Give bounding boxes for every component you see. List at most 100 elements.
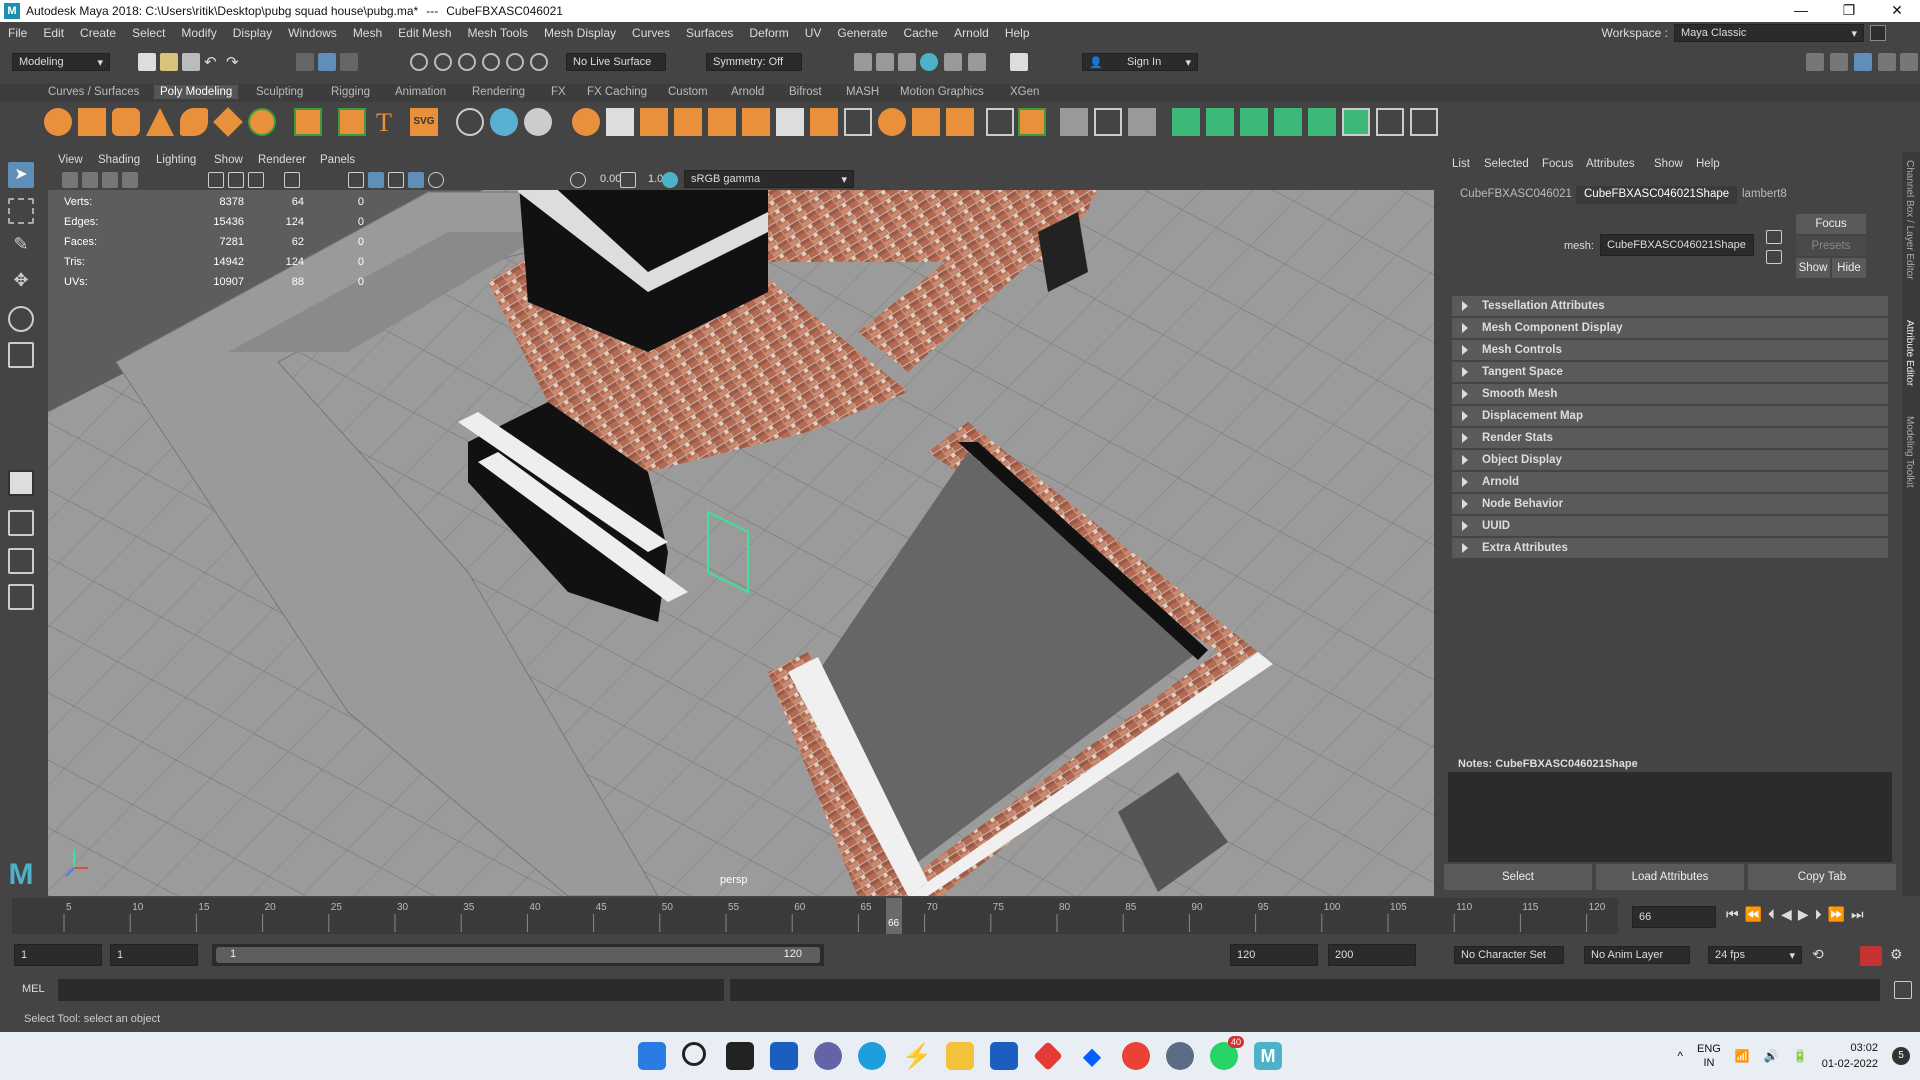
teams-chat-icon[interactable] [814,1042,842,1070]
chevron-up-icon[interactable]: ^ [1677,1049,1683,1063]
grid-toggle-icon[interactable] [208,172,224,188]
script-editor-icon[interactable] [1894,981,1912,999]
ae-menu-focus[interactable]: Focus [1542,158,1573,170]
modeling-toolkit-icon[interactable] [1806,53,1824,71]
new-scene-icon[interactable] [138,53,156,71]
anim-layer-dropdown[interactable]: No Anim Layer [1584,946,1690,964]
uv-editor-icon[interactable] [1172,108,1200,136]
color-space-dropdown[interactable]: sRGB gamma ▾ [684,170,854,188]
play-forward-icon[interactable]: ▶ [1798,906,1809,923]
paint-select-icon[interactable]: ✎ [8,234,34,260]
wireframe-icon[interactable] [348,172,364,188]
bridge-icon[interactable] [776,108,804,136]
fill-hole-icon[interactable] [844,108,872,136]
auto-map-icon[interactable] [1308,108,1336,136]
multi-cut-icon[interactable] [524,108,552,136]
arnold-render-icon[interactable] [968,53,986,71]
go-to-input-icon[interactable] [1766,230,1782,244]
menu-deform[interactable]: Deform [741,26,796,40]
wifi-icon[interactable]: 📶 [1735,1049,1750,1063]
poly-cube-icon[interactable] [78,108,106,136]
task-view-icon[interactable] [726,1042,754,1070]
smooth-icon[interactable] [640,108,668,136]
insert-loop-icon[interactable] [1018,108,1046,136]
go-to-end-icon[interactable]: ⏭ [1851,906,1864,923]
poly-cylinder-icon[interactable] [112,108,140,136]
animation-prefs-icon[interactable]: ⚙ [1890,946,1908,964]
menu-arnold[interactable]: Arnold [946,26,997,40]
move-tool-icon[interactable]: ✥ [8,270,34,296]
ae-tab-transform[interactable]: CubeFBXASC046021 [1452,186,1580,204]
exposure-icon[interactable] [570,172,586,188]
shelf-tab-rigging[interactable]: Rigging [325,85,376,99]
gamma-icon[interactable] [620,172,636,188]
viewport-menu-renderer[interactable]: Renderer [258,154,306,166]
section-uuid[interactable]: UUID [1452,516,1888,536]
step-back-key-icon[interactable]: ⏪ [1745,906,1762,923]
anydesk-icon[interactable] [1033,1041,1063,1071]
notes-textarea[interactable] [1448,772,1892,862]
ipr-render-icon[interactable] [876,53,894,71]
ae-menu-show[interactable]: Show [1654,158,1683,170]
battery-icon[interactable]: 🔋 [1793,1049,1808,1063]
viewport-menu-view[interactable]: View [58,154,83,166]
step-forward-frame-icon[interactable]: ⏵ [1815,906,1822,923]
checker-map-icon[interactable] [1342,108,1370,136]
image-plane-icon[interactable] [122,172,138,188]
auto-key-icon[interactable] [1860,946,1882,966]
shelf-tab-motion-graphics[interactable]: Motion Graphics [894,85,990,99]
step-forward-key-icon[interactable]: ⏩ [1828,906,1845,923]
copy-tab-button[interactable]: Copy Tab [1748,864,1896,890]
shelf-tab-fx[interactable]: FX [545,85,572,99]
poly-disc-icon[interactable] [248,108,276,136]
menu-help[interactable]: Help [997,26,1038,40]
mel-label[interactable]: MEL [22,983,45,995]
menu-edit-mesh[interactable]: Edit Mesh [390,26,459,40]
reduce-icon[interactable] [674,108,702,136]
mel-input[interactable] [58,979,724,1001]
go-to-output-icon[interactable] [1766,250,1782,264]
cut-uv-icon[interactable] [1410,108,1438,136]
lasso-tool-icon[interactable] [8,198,34,224]
whatsapp-icon[interactable]: 40 [1210,1036,1244,1070]
range-slider[interactable]: 1 120 [212,944,824,966]
go-to-start-icon[interactable]: ⏮ [1726,906,1739,923]
search-icon[interactable] [682,1042,706,1066]
menu-generate[interactable]: Generate [829,26,895,40]
character-set-dropdown[interactable]: No Character Set [1454,946,1564,964]
select-object-icon[interactable] [318,53,336,71]
pause-icon[interactable] [1010,53,1028,71]
menu-mesh-tools[interactable]: Mesh Tools [460,26,536,40]
settings-icon[interactable] [1166,1042,1194,1070]
spherical-map-icon[interactable] [1274,108,1302,136]
select-tool-icon[interactable]: ➤ [8,162,34,188]
shelf-tab-bifrost[interactable]: Bifrost [783,85,828,99]
camera-select-icon[interactable] [62,172,78,188]
power-automate-icon[interactable]: ⚡ [902,1042,932,1070]
focus-button[interactable]: Focus [1796,214,1866,234]
current-frame-field[interactable]: 66 [1632,906,1716,928]
sew-uv-icon[interactable] [1376,108,1404,136]
platonic-solid-icon[interactable] [294,108,322,136]
poly-cone-icon[interactable] [146,108,174,136]
poly-sphere-icon[interactable] [44,108,72,136]
snap-curve-icon[interactable] [434,53,452,71]
open-scene-icon[interactable] [160,53,178,71]
volume-icon[interactable]: 🔊 [1764,1049,1779,1063]
animation-end-field[interactable]: 200 [1328,944,1416,966]
snap-pivot-icon[interactable] [530,53,548,71]
show-button[interactable]: Show [1796,258,1830,278]
single-perspective-layout-icon[interactable] [8,470,34,496]
viewport-menu-panels[interactable]: Panels [320,154,355,166]
redo-icon[interactable]: ↷ [226,53,244,71]
super-shape-icon[interactable] [338,108,366,136]
shelf-tab-sculpting[interactable]: Sculpting [250,85,309,99]
playback-end-field[interactable]: 120 [1230,944,1318,966]
section-node-behavior[interactable]: Node Behavior [1452,494,1888,514]
section-extra-attributes[interactable]: Extra Attributes [1452,538,1888,558]
textured-icon[interactable] [408,172,424,188]
mesh-name-field[interactable]: CubeFBXASC046021Shape [1600,234,1754,256]
side-tab-attribute-editor[interactable]: Attribute Editor [1904,320,1915,386]
close-button[interactable]: ✕ [1874,0,1920,22]
crease-icon[interactable] [1128,108,1156,136]
